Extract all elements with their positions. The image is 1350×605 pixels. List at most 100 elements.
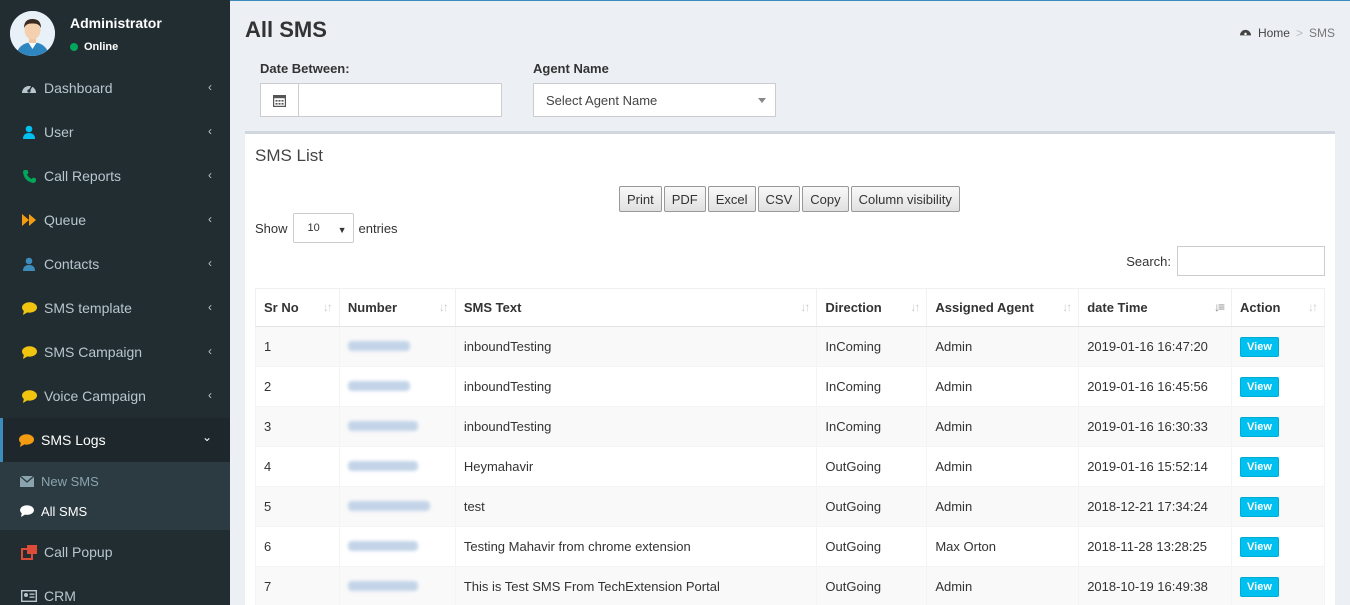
- search-label: Search:: [1126, 253, 1171, 269]
- view-button[interactable]: View: [1240, 336, 1279, 357]
- column-header-sms-text[interactable]: SMS Text ↓↑: [454, 288, 818, 327]
- breadcrumb-current: SMS: [1308, 26, 1335, 40]
- cell-number: [338, 366, 456, 407]
- cell-agent: Admin: [926, 486, 1080, 527]
- cell-direction: InComing: [816, 406, 928, 447]
- sort-icon: ↓↑: [800, 300, 810, 314]
- excel-button[interactable]: Excel: [707, 186, 756, 212]
- cell-sms-text: Testing Mahavir from chrome extension: [454, 526, 818, 567]
- sort-desc-icon: ↓≡: [1214, 300, 1225, 314]
- view-button[interactable]: View: [1240, 496, 1279, 517]
- user-name: Administrator: [70, 15, 162, 31]
- agent-name-select[interactable]: Select Agent Name: [533, 83, 776, 117]
- cell-sr-no: 5: [255, 486, 340, 527]
- print-button[interactable]: Print: [619, 186, 662, 212]
- redacted-number: [347, 341, 410, 351]
- chevron-down-icon: ⌄: [201, 430, 212, 444]
- sidebar-item-sms-campaign[interactable]: SMS Campaign ‹: [0, 330, 230, 374]
- copy-button[interactable]: Copy: [802, 186, 849, 212]
- csv-button[interactable]: CSV: [757, 186, 801, 212]
- cell-agent: Max Orton: [926, 526, 1080, 567]
- column-header-direction[interactable]: Direction ↓↑: [816, 288, 928, 327]
- cell-direction: OutGoing: [816, 446, 928, 487]
- sidebar-item-label: Contacts: [44, 256, 100, 272]
- search-input[interactable]: [1177, 246, 1325, 276]
- sidebar-item-label: Voice Campaign: [44, 388, 146, 404]
- redacted-number: [347, 461, 418, 471]
- export-buttons: Print PDF Excel CSV Copy Column visibili…: [619, 186, 960, 212]
- table-search: Search:: [1126, 246, 1325, 276]
- sidebar-item-sms-logs[interactable]: SMS Logs ⌄: [0, 418, 230, 462]
- cell-number: [338, 486, 456, 527]
- sidebar: Administrator Online Dashboard ‹ User ‹ …: [0, 0, 230, 605]
- date-range-input[interactable]: [299, 84, 501, 116]
- cell-agent: Admin: [926, 326, 1080, 367]
- cell-number: [338, 326, 456, 367]
- cell-sms-text: This is Test SMS From TechExtension Port…: [454, 566, 818, 605]
- sidebar-item-sms-template[interactable]: SMS template ‹: [0, 286, 230, 330]
- column-header-assigned-agent[interactable]: Assigned Agent ↓↑: [926, 288, 1080, 327]
- sidebar-subitem-all-sms[interactable]: All SMS: [0, 496, 230, 526]
- sidebar-item-voice-campaign[interactable]: Voice Campaign ‹: [0, 374, 230, 418]
- agent-select-value: Select Agent Name: [546, 92, 658, 108]
- cell-direction: OutGoing: [816, 566, 928, 605]
- breadcrumb: Home > SMS: [1239, 26, 1335, 40]
- online-status-icon: [70, 43, 78, 51]
- column-header-action[interactable]: Action ↓↑: [1231, 288, 1325, 327]
- view-button[interactable]: View: [1240, 536, 1279, 557]
- cell-direction: InComing: [816, 366, 928, 407]
- avatar: [10, 11, 55, 56]
- page-length-select[interactable]: 10 ▼: [292, 213, 354, 243]
- table-row: 7 This is Test SMS From TechExtension Po…: [255, 566, 1325, 605]
- sort-icon: ↓↑: [1062, 300, 1072, 314]
- cell-agent: Admin: [926, 566, 1080, 605]
- sidebar-item-user[interactable]: User ‹: [0, 110, 230, 154]
- comment-icon: [20, 505, 36, 517]
- sidebar-item-contacts[interactable]: Contacts ‹: [0, 242, 230, 286]
- cell-date-time: 2019-01-16 16:45:56: [1078, 366, 1233, 407]
- redacted-number: [347, 581, 418, 591]
- chevron-left-icon: ‹: [208, 300, 212, 314]
- column-header-date-time[interactable]: date Time ↓≡: [1078, 288, 1233, 327]
- sidebar-subitem-label: All SMS: [41, 503, 88, 519]
- table-row: 4 Heymahavir OutGoing Admin 2019-01-16 1…: [255, 446, 1325, 487]
- sidebar-item-queue[interactable]: Queue ‹: [0, 198, 230, 242]
- sidebar-item-call-reports[interactable]: Call Reports ‹: [0, 154, 230, 198]
- sidebar-item-call-popup[interactable]: Call Popup: [0, 530, 230, 574]
- view-button[interactable]: View: [1240, 376, 1279, 397]
- view-button[interactable]: View: [1240, 416, 1279, 437]
- cell-agent: Admin: [926, 366, 1080, 407]
- cell-date-time: 2019-01-16 15:52:14: [1078, 446, 1233, 487]
- dashboard-icon: [1239, 26, 1252, 40]
- user-status: Online: [70, 41, 118, 53]
- chevron-left-icon: ‹: [208, 388, 212, 402]
- view-button[interactable]: View: [1240, 456, 1279, 477]
- sidebar-item-label: Queue: [44, 212, 87, 228]
- sidebar-item-dashboard[interactable]: Dashboard ‹: [0, 66, 230, 110]
- sidebar-subitem-new-sms[interactable]: New SMS: [0, 466, 230, 496]
- cell-action: View: [1231, 446, 1325, 487]
- fast-forward-icon: [21, 212, 37, 228]
- cell-number: [338, 406, 456, 447]
- cell-sms-text: Heymahavir: [454, 446, 818, 487]
- column-header-number[interactable]: Number ↓↑: [338, 288, 456, 327]
- sort-icon: ↓↑: [1308, 300, 1318, 314]
- main-content: All SMS Home > SMS Date Between: Agent N…: [230, 0, 1350, 605]
- view-button[interactable]: View: [1240, 576, 1279, 597]
- redacted-number: [347, 421, 418, 431]
- calendar-icon[interactable]: [261, 84, 299, 116]
- cell-action: View: [1231, 326, 1325, 367]
- sidebar-item-crm[interactable]: CRM: [0, 574, 230, 605]
- cell-action: View: [1231, 486, 1325, 527]
- column-visibility-button[interactable]: Column visibility: [850, 186, 960, 212]
- user-icon: [21, 124, 37, 140]
- redacted-number: [347, 541, 418, 551]
- agent-name-label: Agent Name: [533, 61, 609, 76]
- cell-direction: InComing: [816, 326, 928, 367]
- sms-logs-submenu: New SMS All SMS: [0, 462, 230, 530]
- breadcrumb-home-link[interactable]: Home: [1258, 26, 1290, 40]
- column-header-sr-no[interactable]: Sr No ↓↑: [255, 288, 340, 327]
- pdf-button[interactable]: PDF: [663, 186, 706, 212]
- table-header-row: Sr No ↓↑ Number ↓↑ SMS Text ↓↑ Direction ↓↑ …: [255, 288, 1325, 327]
- cell-sr-no: 2: [255, 366, 340, 407]
